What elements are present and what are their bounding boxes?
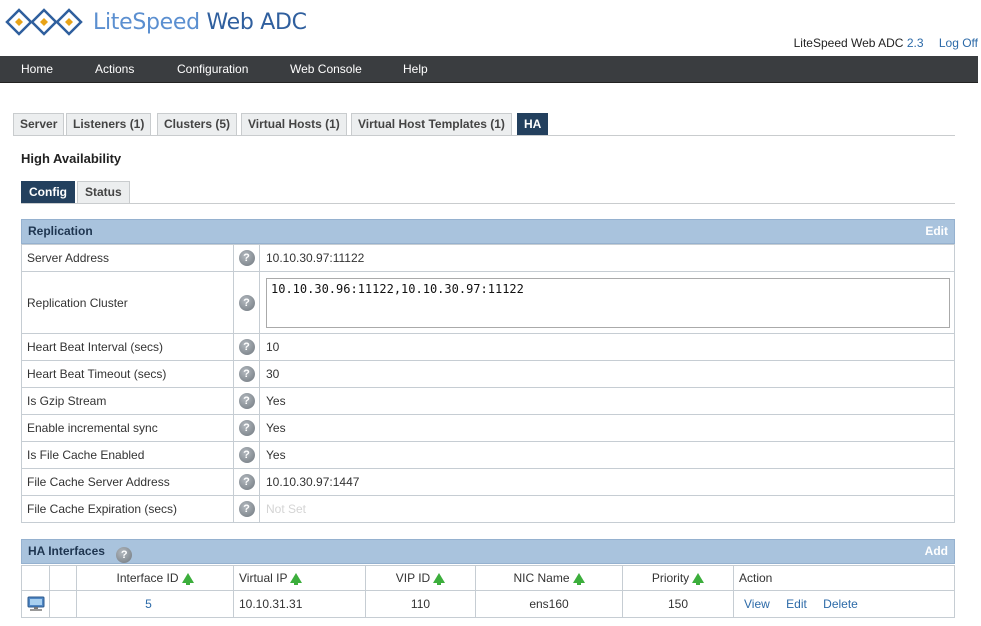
config-label: Is File Cache Enabled <box>21 441 234 469</box>
main-nav: Home Actions Configuration Web Console H… <box>0 56 978 83</box>
column-header-interface-id[interactable]: Interface ID <box>76 565 234 591</box>
help-icon[interactable]: ? <box>116 547 133 563</box>
column-header-priority[interactable]: Priority <box>622 565 734 591</box>
help-icon[interactable]: ? <box>238 420 255 436</box>
replication-table: Server Address ? 10.10.30.97:11122 Repli… <box>21 244 955 523</box>
nav-home[interactable]: Home <box>21 56 53 83</box>
nav-configuration[interactable]: Configuration <box>177 56 248 83</box>
network-monitor-icon <box>27 596 44 611</box>
config-label: Replication Cluster <box>21 271 234 334</box>
view-link[interactable]: View <box>744 597 770 611</box>
logoff-link[interactable]: Log Off <box>939 36 978 50</box>
config-row: File Cache Server Address ? 10.10.30.97:… <box>21 468 955 496</box>
config-label: File Cache Server Address <box>21 468 234 496</box>
ha-interfaces-header: HA Interfaces ? Add <box>21 539 955 564</box>
page-title: High Availability <box>21 151 122 166</box>
nav-web-console[interactable]: Web Console <box>290 56 362 83</box>
subtab-divider <box>21 203 955 204</box>
delete-link[interactable]: Delete <box>823 597 858 611</box>
nav-help[interactable]: Help <box>403 56 428 83</box>
replication-title: Replication <box>28 224 93 238</box>
litespeed-logo: LiteSpeed Web ADC <box>5 6 307 38</box>
column-header-nic-name[interactable]: NIC Name <box>475 565 623 591</box>
tab-listeners[interactable]: Listeners (1) <box>66 113 152 135</box>
config-label: Heart Beat Interval (secs) <box>21 333 234 361</box>
litespeed-logo-icon <box>5 8 83 36</box>
help-icon[interactable]: ? <box>238 294 255 311</box>
header-info: LiteSpeed Web ADC 2.3 Log Off <box>794 36 978 50</box>
logo-text-webadc: Web ADC <box>206 9 308 35</box>
config-row: Server Address ? 10.10.30.97:11122 <box>21 244 955 272</box>
sort-up-arrow-icon[interactable] <box>433 573 446 585</box>
logo-wordmark: LiteSpeed Web ADC <box>93 10 307 35</box>
config-row: Heart Beat Interval (secs) ? 10 <box>21 333 955 361</box>
priority-cell: 150 <box>622 590 734 618</box>
column-header-virtual-ip[interactable]: Virtual IP <box>233 565 366 591</box>
virtual-ip-cell: 10.10.31.31 <box>233 590 366 618</box>
config-label: Heart Beat Timeout (secs) <box>21 360 234 388</box>
column-header-action: Action <box>733 565 955 591</box>
tab-virtual-host-templates[interactable]: Virtual Host Templates (1) <box>351 113 512 135</box>
config-value: Yes <box>259 387 955 415</box>
config-value: Yes <box>259 441 955 469</box>
config-value: Yes <box>259 414 955 442</box>
vip-id-cell: 110 <box>365 590 476 618</box>
edit-link[interactable]: Edit <box>786 597 807 611</box>
config-row: Heart Beat Timeout (secs) ? 30 <box>21 360 955 388</box>
table-header-row: Interface ID Virtual IP VIP ID NIC Name … <box>21 565 955 591</box>
config-row: File Cache Expiration (secs) ? Not Set <box>21 495 955 523</box>
help-icon[interactable]: ? <box>238 339 255 355</box>
config-row: Is File Cache Enabled ? Yes <box>21 441 955 469</box>
tab-ha[interactable]: HA <box>517 113 549 135</box>
tab-divider <box>13 135 955 136</box>
ha-interfaces-add-button[interactable]: Add <box>925 540 948 563</box>
help-icon[interactable]: ? <box>238 366 255 382</box>
replication-cluster-textarea[interactable]: 10.10.30.96:11122,10.10.30.97:11122 <box>266 277 950 328</box>
nav-actions[interactable]: Actions <box>95 56 134 83</box>
config-value: 30 <box>259 360 955 388</box>
tab-clusters[interactable]: Clusters (5) <box>157 113 238 135</box>
sort-up-arrow-icon[interactable] <box>290 573 303 585</box>
help-icon[interactable]: ? <box>238 501 255 517</box>
ha-interfaces-title: HA Interfaces <box>28 544 105 558</box>
logo-text-litespeed: LiteSpeed <box>93 9 200 35</box>
config-value: 10 <box>259 333 955 361</box>
interface-id-link[interactable]: 5 <box>145 597 152 611</box>
config-row: Enable incremental sync ? Yes <box>21 414 955 442</box>
ha-interfaces-table: Interface ID Virtual IP VIP ID NIC Name … <box>21 565 955 618</box>
config-label: File Cache Expiration (secs) <box>21 495 234 523</box>
replication-header: Replication Edit <box>21 219 955 244</box>
subtab-status[interactable]: Status <box>77 181 130 203</box>
sort-up-arrow-icon[interactable] <box>572 573 585 585</box>
help-icon[interactable]: ? <box>238 474 255 490</box>
nic-name-cell: ens160 <box>475 590 623 618</box>
config-value: 10.10.30.97:1447 <box>259 468 955 496</box>
config-label: Server Address <box>21 244 234 272</box>
config-value: 10.10.30.97:11122 <box>259 244 955 272</box>
table-row: 5 10.10.31.31 110 ens160 150 View Edit D… <box>21 590 955 618</box>
help-icon[interactable]: ? <box>238 447 255 463</box>
tab-virtual-hosts[interactable]: Virtual Hosts (1) <box>241 113 347 135</box>
config-value-not-set: Not Set <box>259 495 955 523</box>
product-name: LiteSpeed Web ADC <box>793 36 904 50</box>
sort-up-arrow-icon[interactable] <box>181 573 194 585</box>
sort-up-arrow-icon[interactable] <box>692 573 705 585</box>
subtab-config[interactable]: Config <box>21 181 75 203</box>
product-version: 2.3 <box>906 36 924 50</box>
replication-edit-button[interactable]: Edit <box>925 220 948 243</box>
config-row: Replication Cluster ? 10.10.30.96:11122,… <box>21 271 955 334</box>
config-label: Enable incremental sync <box>21 414 234 442</box>
config-label: Is Gzip Stream <box>21 387 234 415</box>
help-icon[interactable]: ? <box>238 250 255 266</box>
tab-server[interactable]: Server <box>13 113 65 135</box>
config-row: Is Gzip Stream ? Yes <box>21 387 955 415</box>
help-icon[interactable]: ? <box>238 393 255 409</box>
column-header-vip-id[interactable]: VIP ID <box>365 565 476 591</box>
